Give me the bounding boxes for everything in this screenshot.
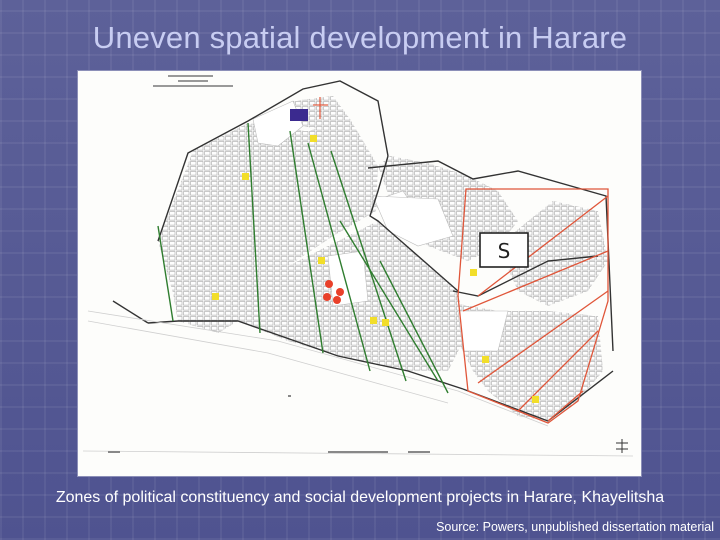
yellow-marker bbox=[242, 173, 249, 180]
yellow-marker bbox=[470, 269, 477, 276]
residential-plots bbox=[158, 96, 608, 421]
red-marker bbox=[323, 293, 331, 301]
red-marker bbox=[333, 296, 341, 304]
reference-marks bbox=[108, 395, 430, 453]
map-caption: Zones of political constituency and soci… bbox=[55, 489, 665, 506]
red-marker bbox=[336, 288, 344, 296]
map-panel: S bbox=[78, 71, 641, 476]
yellow-marker bbox=[482, 356, 489, 363]
yellow-marker bbox=[310, 135, 317, 142]
yellow-marker bbox=[382, 319, 389, 326]
yellow-marker bbox=[370, 317, 377, 324]
north-arrow-bottom bbox=[616, 439, 628, 453]
slide-title: Uneven spatial development in Harare bbox=[92, 20, 628, 55]
map-title-block bbox=[153, 75, 233, 87]
yellow-marker bbox=[318, 257, 325, 264]
red-marker bbox=[325, 280, 333, 288]
yellow-marker bbox=[212, 293, 219, 300]
purple-marker bbox=[290, 109, 308, 121]
s-zone-box: S bbox=[479, 232, 529, 268]
s-zone-label: S bbox=[498, 239, 511, 263]
yellow-marker bbox=[532, 396, 539, 403]
harare-map: S bbox=[82, 75, 634, 457]
source-note: Source: Powers, unpublished dissertation… bbox=[436, 520, 714, 534]
